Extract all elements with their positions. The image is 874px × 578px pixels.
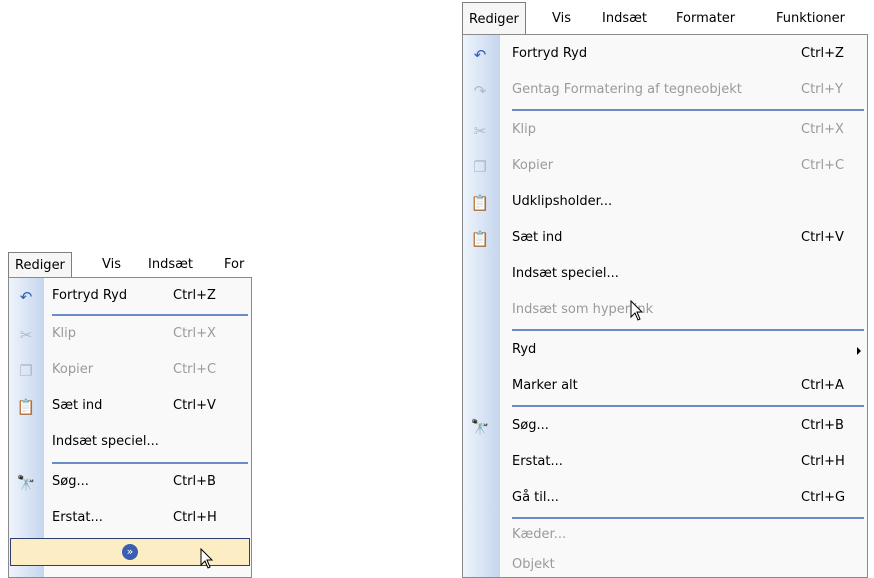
- menu-item-label: Erstat...: [52, 510, 103, 525]
- menu-item-shortcut: Ctrl+A: [801, 378, 844, 393]
- menu-vis[interactable]: Vis: [96, 252, 127, 277]
- menu-item-cut[interactable]: ✂ Klip Ctrl+X: [463, 113, 867, 149]
- menu-item-label: Gentag Formatering af tegneobjekt: [512, 82, 742, 97]
- menu-item-label: Marker alt: [512, 378, 578, 393]
- menu-item-label: Indsæt speciel...: [512, 266, 619, 281]
- menu-item-paste-hyperlink[interactable]: Indsæt som hyperlink: [463, 293, 867, 329]
- menu-item-paste[interactable]: 📋 Sæt ind Ctrl+V: [9, 390, 251, 424]
- undo-icon: ↶: [473, 46, 487, 64]
- expand-menu-button[interactable]: »: [10, 538, 250, 566]
- menu-item-replace[interactable]: Erstat... Ctrl+H: [9, 502, 251, 536]
- menu-indsaet[interactable]: Indsæt: [596, 2, 653, 27]
- menu-item-label: Sæt ind: [52, 398, 103, 413]
- clipboard-icon: 📋: [470, 194, 490, 212]
- menu-item-shortcut: Ctrl+H: [173, 510, 217, 525]
- menu-item-shortcut: Ctrl+B: [801, 418, 844, 433]
- menu-item-paste-special[interactable]: Indsæt speciel...: [9, 426, 251, 460]
- separator: [512, 329, 864, 331]
- menu-item-shortcut: Ctrl+V: [173, 398, 216, 413]
- separator: [512, 109, 864, 111]
- menu-item-label: Erstat...: [512, 454, 563, 469]
- expanded-edit-menu: Rediger Vis Indsæt Formater Funktioner ↶…: [462, 2, 868, 578]
- menu-item-label: Udklipsholder...: [512, 194, 613, 209]
- menu-item-label: Søg...: [512, 418, 549, 433]
- menu-item-cut[interactable]: ✂ Klip Ctrl+X: [9, 318, 251, 352]
- separator: [512, 517, 864, 519]
- find-icon: 🔭: [470, 418, 490, 436]
- menu-item-copy[interactable]: ❐ Kopier Ctrl+C: [9, 354, 251, 388]
- menu-item-label: Kopier: [512, 158, 554, 173]
- copy-icon: ❐: [473, 158, 487, 176]
- menu-funktioner[interactable]: Funktioner: [770, 2, 851, 27]
- menu-item-undo[interactable]: ↶ Fortryd Ryd Ctrl+Z: [9, 280, 251, 314]
- menu-item-label: Klip: [512, 122, 537, 137]
- menu-item-shortcut: Ctrl+Z: [801, 46, 844, 61]
- paste-icon: 📋: [470, 230, 490, 248]
- menu-item-find[interactable]: 🔭 Søg... Ctrl+B: [463, 409, 867, 445]
- menu-item-replace[interactable]: Erstat... Ctrl+H: [463, 445, 867, 481]
- redo-icon: ↷: [473, 82, 487, 100]
- menu-rediger[interactable]: Rediger: [462, 2, 526, 34]
- menu-item-label: Fortryd Ryd: [52, 288, 128, 303]
- menu-indsaet[interactable]: Indsæt: [142, 252, 199, 277]
- chevron-double-down-icon: »: [122, 544, 138, 560]
- undo-icon: ↶: [19, 288, 33, 306]
- cut-icon: ✂: [19, 326, 33, 344]
- menu-item-undo[interactable]: ↶ Fortryd Ryd Ctrl+Z: [463, 37, 867, 73]
- menu-vis[interactable]: Vis: [546, 2, 577, 27]
- menu-item-redo[interactable]: ↷ Gentag Formatering af tegneobjekt Ctrl…: [463, 73, 867, 109]
- menu-item-label: Ryd: [512, 342, 537, 357]
- menu-item-label: Klip: [52, 326, 77, 341]
- menu-item-label: Kopier: [52, 362, 94, 377]
- menu-item-links[interactable]: Kæder...: [463, 521, 867, 551]
- menu-item-shortcut: Ctrl+C: [801, 158, 845, 173]
- menu-item-clipboard[interactable]: 📋 Udklipsholder...: [463, 185, 867, 221]
- find-icon: 🔭: [16, 474, 36, 492]
- menu-item-shortcut: Ctrl+V: [801, 230, 844, 245]
- collapsed-edit-menu: Rediger Vis Indsæt For ↶ Fortryd Ryd Ctr…: [8, 252, 252, 578]
- menu-item-shortcut: Ctrl+Z: [173, 288, 216, 303]
- submenu-arrow-icon: [857, 347, 861, 355]
- menu-item-label: Søg...: [52, 474, 89, 489]
- menu-item-object[interactable]: Objekt: [463, 551, 867, 577]
- menu-item-label: Sæt ind: [512, 230, 563, 245]
- paste-icon: 📋: [16, 398, 36, 416]
- copy-icon: ❐: [19, 362, 33, 380]
- menu-item-label: Objekt: [512, 557, 555, 572]
- menu-item-clear[interactable]: Ryd: [463, 333, 867, 369]
- cut-icon: ✂: [473, 122, 487, 140]
- menu-item-shortcut: Ctrl+B: [173, 474, 216, 489]
- menu-item-shortcut: Ctrl+C: [173, 362, 217, 377]
- menu-item-shortcut: Ctrl+G: [801, 490, 846, 505]
- dropdown-panel: ↶ Fortryd Ryd Ctrl+Z ✂ Klip Ctrl+X ❐ Kop…: [8, 277, 252, 578]
- separator: [52, 314, 248, 316]
- menu-item-select-all[interactable]: Marker alt Ctrl+A: [463, 369, 867, 405]
- menu-item-label: Gå til...: [512, 490, 559, 505]
- menu-item-find[interactable]: 🔭 Søg... Ctrl+B: [9, 466, 251, 500]
- separator: [52, 462, 248, 464]
- menu-item-shortcut: Ctrl+X: [801, 122, 844, 137]
- dropdown-panel: ↶ Fortryd Ryd Ctrl+Z ↷ Gentag Formaterin…: [462, 34, 868, 578]
- menu-rediger[interactable]: Rediger: [8, 252, 72, 277]
- menu-item-copy[interactable]: ❐ Kopier Ctrl+C: [463, 149, 867, 185]
- menu-bar: Rediger Vis Indsæt For: [8, 252, 252, 278]
- menu-item-goto[interactable]: Gå til... Ctrl+G: [463, 481, 867, 517]
- menu-item-paste[interactable]: 📋 Sæt ind Ctrl+V: [463, 221, 867, 257]
- menu-item-label: Kæder...: [512, 527, 567, 542]
- menu-formater[interactable]: For: [218, 252, 250, 277]
- menu-formater[interactable]: Formater: [670, 2, 741, 27]
- menu-item-label: Indsæt speciel...: [52, 434, 159, 449]
- menu-item-label: Fortryd Ryd: [512, 46, 588, 61]
- menu-item-paste-special[interactable]: Indsæt speciel...: [463, 257, 867, 293]
- separator: [512, 405, 864, 407]
- menu-bar: Rediger Vis Indsæt Formater Funktioner: [462, 2, 868, 35]
- menu-item-shortcut: Ctrl+Y: [801, 82, 843, 97]
- menu-item-shortcut: Ctrl+H: [801, 454, 845, 469]
- menu-item-shortcut: Ctrl+X: [173, 326, 216, 341]
